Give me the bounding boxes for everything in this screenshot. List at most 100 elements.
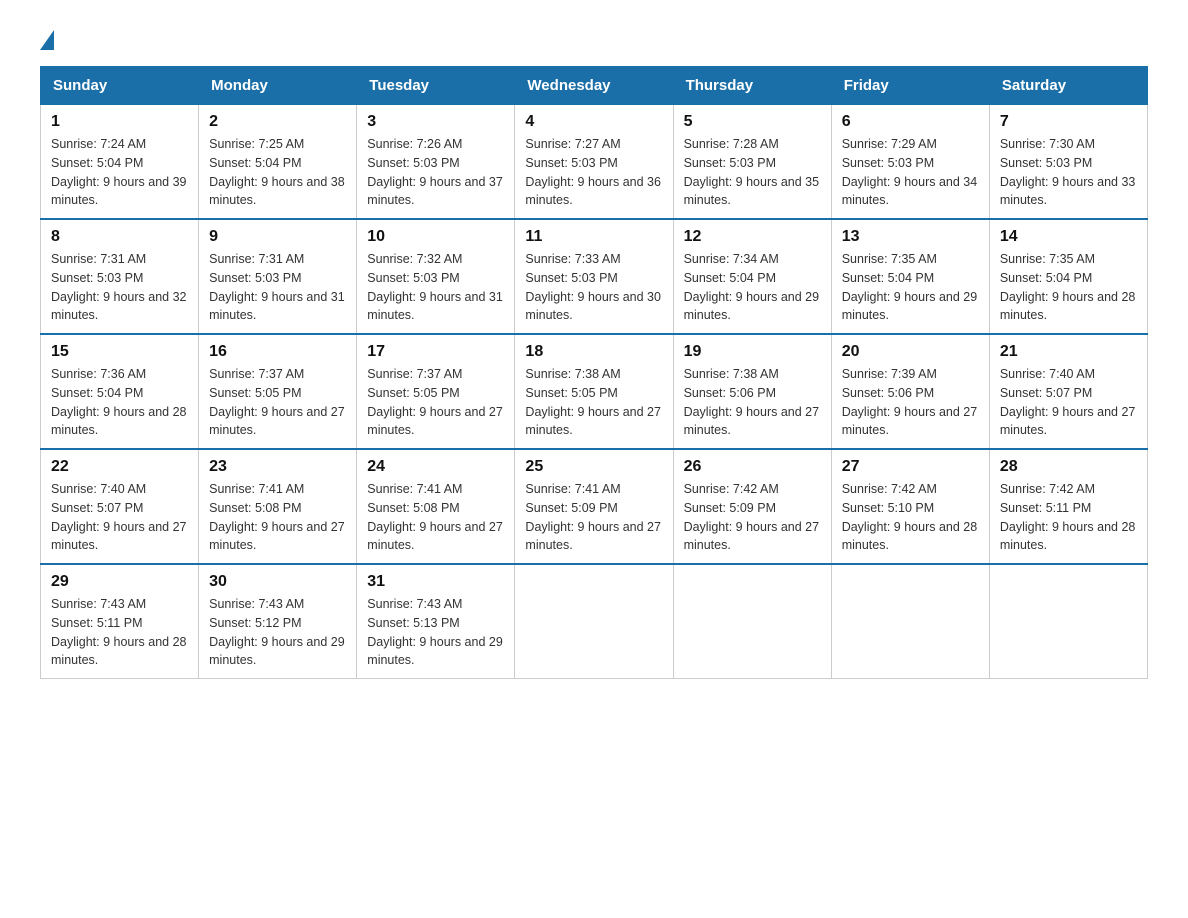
day-number: 18 xyxy=(525,343,662,361)
day-info: Sunrise: 7:39 AMSunset: 5:06 PMDaylight:… xyxy=(842,365,979,440)
calendar-cell: 8 Sunrise: 7:31 AMSunset: 5:03 PMDaylight… xyxy=(41,219,199,334)
calendar-cell: 21 Sunrise: 7:40 AMSunset: 5:07 PMDayligh… xyxy=(989,334,1147,449)
calendar-cell: 25Sunrise: 7:41 AMSunset: 5:09 PMDayligh… xyxy=(515,449,673,564)
day-info: Sunrise: 7:42 AMSunset: 5:11 PMDaylight:… xyxy=(1000,480,1137,555)
logo-triangle-icon xyxy=(40,30,54,50)
calendar-cell: 7 Sunrise: 7:30 AMSunset: 5:03 PMDaylight… xyxy=(989,105,1147,220)
day-number: 22 xyxy=(51,458,188,476)
day-info: Sunrise: 7:36 AMSunset: 5:04 PMDaylight:… xyxy=(51,365,188,440)
day-number: 26 xyxy=(684,458,821,476)
day-number: 27 xyxy=(842,458,979,476)
calendar-week-row: 8 Sunrise: 7:31 AMSunset: 5:03 PMDaylight… xyxy=(41,219,1148,334)
day-number: 15 xyxy=(51,343,188,361)
day-info: Sunrise: 7:38 AMSunset: 5:05 PMDaylight:… xyxy=(525,365,662,440)
day-header-thursday: Thursday xyxy=(673,67,831,105)
calendar-cell: 16 Sunrise: 7:37 AMSunset: 5:05 PMDayligh… xyxy=(199,334,357,449)
calendar-week-row: 22 Sunrise: 7:40 AMSunset: 5:07 PMDayligh… xyxy=(41,449,1148,564)
day-number: 13 xyxy=(842,228,979,246)
day-info: Sunrise: 7:35 AMSunset: 5:04 PMDaylight:… xyxy=(842,250,979,325)
day-number: 4 xyxy=(525,113,662,131)
calendar-week-row: 15 Sunrise: 7:36 AMSunset: 5:04 PMDayligh… xyxy=(41,334,1148,449)
calendar-week-row: 1 Sunrise: 7:24 AMSunset: 5:04 PMDaylight… xyxy=(41,105,1148,220)
day-info: Sunrise: 7:32 AMSunset: 5:03 PMDaylight:… xyxy=(367,250,504,325)
day-number: 23 xyxy=(209,458,346,476)
day-info: Sunrise: 7:26 AMSunset: 5:03 PMDaylight:… xyxy=(367,135,504,210)
calendar-cell: 31 Sunrise: 7:43 AMSunset: 5:13 PMDayligh… xyxy=(357,564,515,679)
day-number: 5 xyxy=(684,113,821,131)
day-header-saturday: Saturday xyxy=(989,67,1147,105)
day-info: Sunrise: 7:31 AMSunset: 5:03 PMDaylight:… xyxy=(209,250,346,325)
calendar-cell xyxy=(831,564,989,679)
day-number: 28 xyxy=(1000,458,1137,476)
calendar-cell: 23 Sunrise: 7:41 AMSunset: 5:08 PMDayligh… xyxy=(199,449,357,564)
day-number: 19 xyxy=(684,343,821,361)
calendar-cell: 12 Sunrise: 7:34 AMSunset: 5:04 PMDayligh… xyxy=(673,219,831,334)
day-number: 17 xyxy=(367,343,504,361)
calendar-cell: 1 Sunrise: 7:24 AMSunset: 5:04 PMDaylight… xyxy=(41,105,199,220)
day-number: 29 xyxy=(51,573,188,591)
calendar-week-row: 29 Sunrise: 7:43 AMSunset: 5:11 PMDayligh… xyxy=(41,564,1148,679)
day-info: Sunrise: 7:31 AMSunset: 5:03 PMDaylight:… xyxy=(51,250,188,325)
calendar-cell: 29 Sunrise: 7:43 AMSunset: 5:11 PMDayligh… xyxy=(41,564,199,679)
day-header-tuesday: Tuesday xyxy=(357,67,515,105)
day-number: 1 xyxy=(51,113,188,131)
calendar-cell: 13 Sunrise: 7:35 AMSunset: 5:04 PMDayligh… xyxy=(831,219,989,334)
day-info: Sunrise: 7:43 AMSunset: 5:13 PMDaylight:… xyxy=(367,595,504,670)
calendar-table: SundayMondayTuesdayWednesdayThursdayFrid… xyxy=(40,66,1148,679)
day-number: 9 xyxy=(209,228,346,246)
calendar-cell: 26 Sunrise: 7:42 AMSunset: 5:09 PMDayligh… xyxy=(673,449,831,564)
day-info: Sunrise: 7:37 AMSunset: 5:05 PMDaylight:… xyxy=(209,365,346,440)
day-number: 24 xyxy=(367,458,504,476)
calendar-cell: 3 Sunrise: 7:26 AMSunset: 5:03 PMDaylight… xyxy=(357,105,515,220)
calendar-cell xyxy=(989,564,1147,679)
calendar-cell: 10Sunrise: 7:32 AMSunset: 5:03 PMDayligh… xyxy=(357,219,515,334)
calendar-cell: 14 Sunrise: 7:35 AMSunset: 5:04 PMDayligh… xyxy=(989,219,1147,334)
calendar-cell: 24 Sunrise: 7:41 AMSunset: 5:08 PMDayligh… xyxy=(357,449,515,564)
day-number: 11 xyxy=(525,228,662,246)
day-info: Sunrise: 7:40 AMSunset: 5:07 PMDaylight:… xyxy=(1000,365,1137,440)
day-number: 6 xyxy=(842,113,979,131)
day-info: Sunrise: 7:30 AMSunset: 5:03 PMDaylight:… xyxy=(1000,135,1137,210)
day-info: Sunrise: 7:35 AMSunset: 5:04 PMDaylight:… xyxy=(1000,250,1137,325)
day-number: 21 xyxy=(1000,343,1137,361)
day-headers-row: SundayMondayTuesdayWednesdayThursdayFrid… xyxy=(41,67,1148,105)
calendar-cell: 17 Sunrise: 7:37 AMSunset: 5:05 PMDayligh… xyxy=(357,334,515,449)
day-info: Sunrise: 7:37 AMSunset: 5:05 PMDaylight:… xyxy=(367,365,504,440)
day-number: 25 xyxy=(525,458,662,476)
day-info: Sunrise: 7:43 AMSunset: 5:12 PMDaylight:… xyxy=(209,595,346,670)
calendar-cell: 28 Sunrise: 7:42 AMSunset: 5:11 PMDayligh… xyxy=(989,449,1147,564)
day-info: Sunrise: 7:42 AMSunset: 5:09 PMDaylight:… xyxy=(684,480,821,555)
calendar-cell: 4 Sunrise: 7:27 AMSunset: 5:03 PMDaylight… xyxy=(515,105,673,220)
calendar-cell: 15 Sunrise: 7:36 AMSunset: 5:04 PMDayligh… xyxy=(41,334,199,449)
day-number: 12 xyxy=(684,228,821,246)
calendar-cell xyxy=(515,564,673,679)
day-info: Sunrise: 7:41 AMSunset: 5:08 PMDaylight:… xyxy=(209,480,346,555)
day-info: Sunrise: 7:41 AMSunset: 5:08 PMDaylight:… xyxy=(367,480,504,555)
day-number: 16 xyxy=(209,343,346,361)
day-number: 31 xyxy=(367,573,504,591)
day-info: Sunrise: 7:28 AMSunset: 5:03 PMDaylight:… xyxy=(684,135,821,210)
day-info: Sunrise: 7:34 AMSunset: 5:04 PMDaylight:… xyxy=(684,250,821,325)
calendar-cell: 22 Sunrise: 7:40 AMSunset: 5:07 PMDayligh… xyxy=(41,449,199,564)
day-info: Sunrise: 7:40 AMSunset: 5:07 PMDaylight:… xyxy=(51,480,188,555)
calendar-cell: 6Sunrise: 7:29 AMSunset: 5:03 PMDaylight… xyxy=(831,105,989,220)
day-number: 7 xyxy=(1000,113,1137,131)
calendar-cell: 27Sunrise: 7:42 AMSunset: 5:10 PMDayligh… xyxy=(831,449,989,564)
page-header xyxy=(40,30,1148,50)
day-info: Sunrise: 7:24 AMSunset: 5:04 PMDaylight:… xyxy=(51,135,188,210)
day-info: Sunrise: 7:38 AMSunset: 5:06 PMDaylight:… xyxy=(684,365,821,440)
calendar-cell: 18 Sunrise: 7:38 AMSunset: 5:05 PMDayligh… xyxy=(515,334,673,449)
day-info: Sunrise: 7:27 AMSunset: 5:03 PMDaylight:… xyxy=(525,135,662,210)
day-info: Sunrise: 7:43 AMSunset: 5:11 PMDaylight:… xyxy=(51,595,188,670)
calendar-cell: 11Sunrise: 7:33 AMSunset: 5:03 PMDayligh… xyxy=(515,219,673,334)
calendar-cell: 30Sunrise: 7:43 AMSunset: 5:12 PMDayligh… xyxy=(199,564,357,679)
day-number: 20 xyxy=(842,343,979,361)
day-number: 8 xyxy=(51,228,188,246)
logo-blue-text xyxy=(40,30,58,50)
day-number: 3 xyxy=(367,113,504,131)
day-header-friday: Friday xyxy=(831,67,989,105)
day-number: 2 xyxy=(209,113,346,131)
day-info: Sunrise: 7:25 AMSunset: 5:04 PMDaylight:… xyxy=(209,135,346,210)
calendar-cell: 5 Sunrise: 7:28 AMSunset: 5:03 PMDaylight… xyxy=(673,105,831,220)
day-number: 14 xyxy=(1000,228,1137,246)
